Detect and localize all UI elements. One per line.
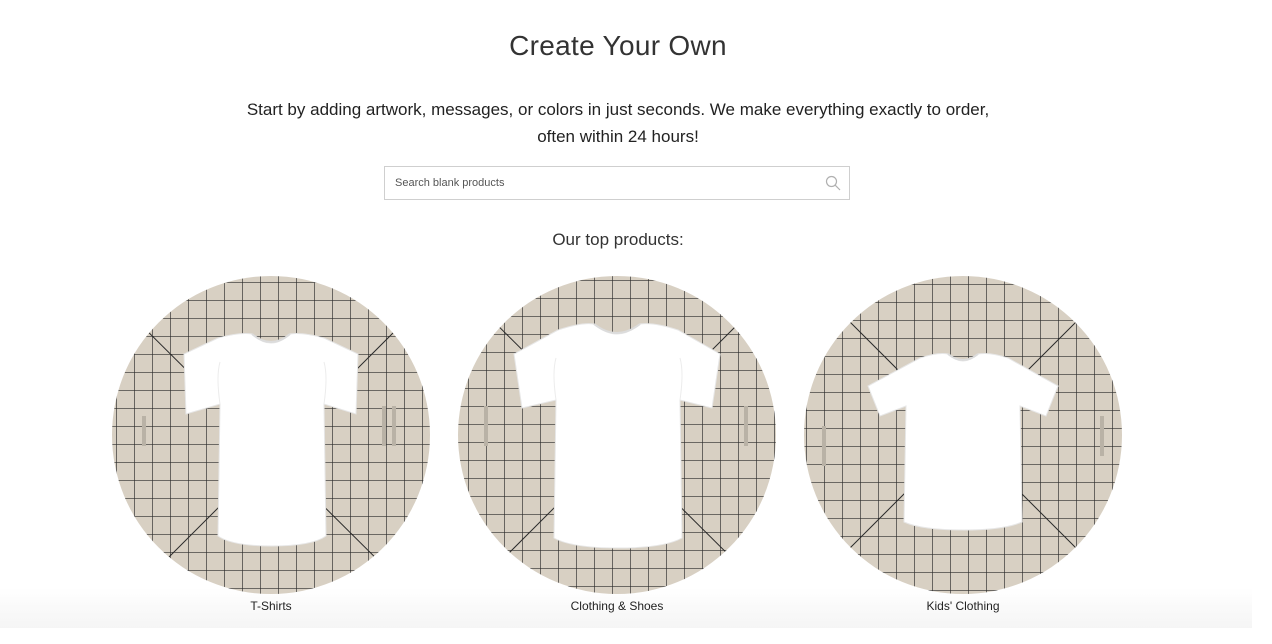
page-title: Create Your Own — [509, 30, 727, 61]
product-image-clothing-shoes[interactable] — [458, 276, 776, 594]
product-label-clothing-shoes[interactable]: Clothing & Shoes — [458, 599, 776, 613]
product-card-tshirts[interactable]: T-Shirts — [112, 276, 430, 613]
search-icon[interactable] — [825, 175, 841, 191]
search-input[interactable] — [385, 167, 805, 199]
product-image-tshirts[interactable] — [112, 276, 430, 594]
top-products-heading: Our top products: — [552, 230, 684, 249]
subtitle-line-1: Start by adding artwork, messages, or co… — [246, 100, 990, 119]
page-subtitle: Start by adding artwork, messages, or co… — [0, 96, 1236, 150]
search-box[interactable] — [384, 166, 850, 200]
product-image-kids-clothing[interactable] — [804, 276, 1122, 594]
product-label-kids-clothing[interactable]: Kids' Clothing — [804, 599, 1122, 613]
subtitle-line-2: often within 24 hours! — [537, 127, 699, 146]
product-card-clothing-shoes[interactable]: Clothing & Shoes — [458, 276, 776, 613]
product-card-kids-clothing[interactable]: Kids' Clothing — [804, 276, 1122, 613]
product-label-tshirts[interactable]: T-Shirts — [112, 599, 430, 613]
